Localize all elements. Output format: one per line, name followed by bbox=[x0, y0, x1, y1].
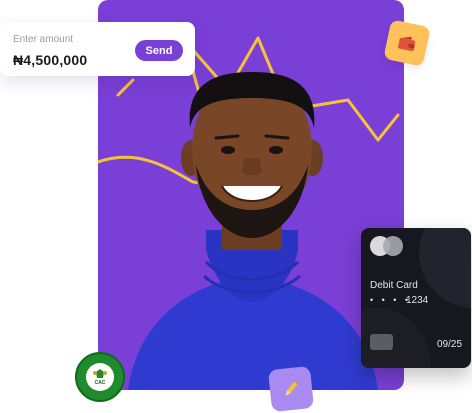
pencil-icon bbox=[285, 380, 299, 396]
cac-seal-logo: CAC bbox=[75, 352, 125, 402]
cac-seal-text: CAC bbox=[94, 380, 106, 386]
coat-of-arms-icon bbox=[93, 369, 107, 378]
card-chip-icon bbox=[370, 334, 393, 350]
wallet-icon bbox=[398, 36, 416, 52]
amount-input[interactable]: ₦4,500,000 bbox=[13, 52, 87, 68]
debit-card: Debit Card • • • • 1234 09/25 bbox=[361, 228, 471, 368]
card-title: Debit Card bbox=[370, 280, 418, 291]
card-last-four: 1234 bbox=[406, 295, 429, 306]
send-button[interactable]: Send bbox=[135, 40, 183, 61]
card-brand-icon bbox=[370, 236, 406, 256]
card-expiry: 09/25 bbox=[437, 339, 463, 350]
wallet-badge bbox=[383, 19, 431, 67]
pencil-badge bbox=[267, 365, 315, 413]
amount-label: Enter amount bbox=[13, 34, 74, 45]
card-masked-digits: • • • • bbox=[370, 295, 412, 305]
amount-card: Enter amount ₦4,500,000 Send bbox=[0, 22, 195, 76]
